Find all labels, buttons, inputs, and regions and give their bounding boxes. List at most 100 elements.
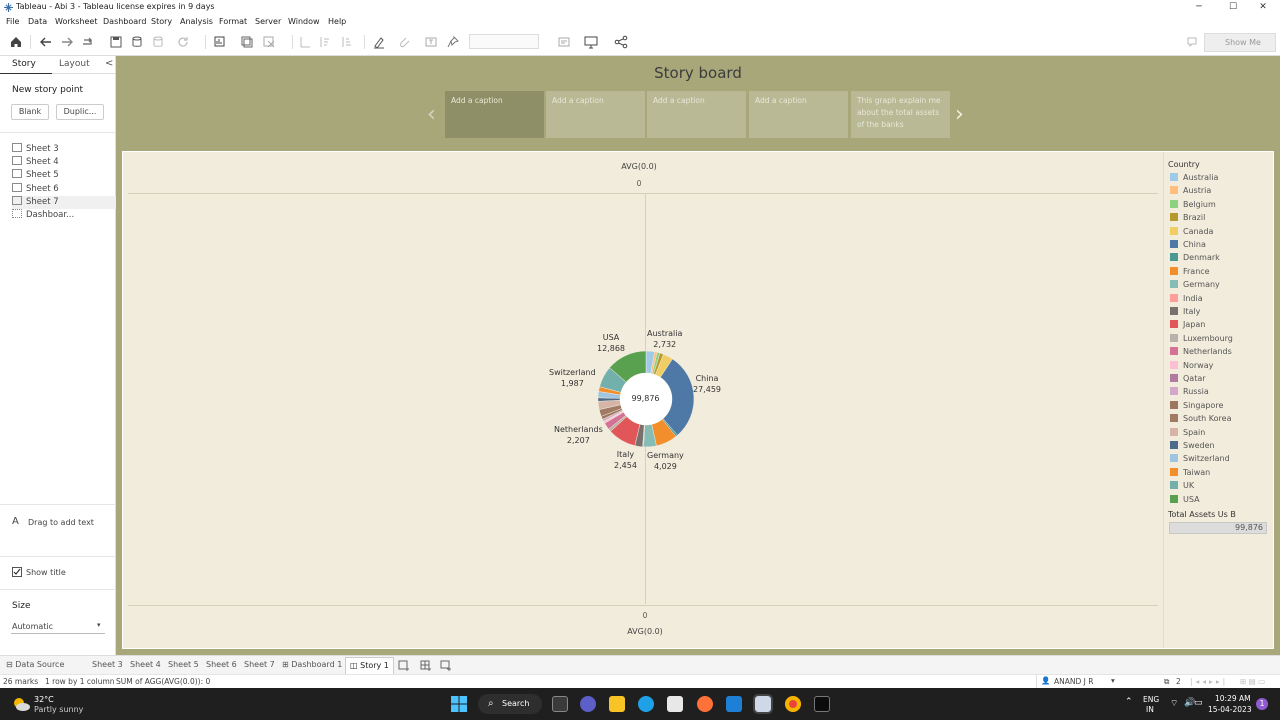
menu-analysis[interactable]: Analysis (180, 17, 213, 26)
task-view-icon[interactable] (552, 696, 568, 712)
chrome-icon[interactable] (785, 696, 801, 712)
firefox-icon[interactable] (697, 696, 713, 712)
microsoft-store-icon[interactable] (667, 696, 683, 712)
tab-dashboard-1[interactable]: ⊞ Dashboard 1 (282, 660, 342, 669)
legend-item[interactable]: Canada (1170, 226, 1213, 239)
legend-item[interactable]: Switzerland (1170, 454, 1230, 466)
legend-item[interactable]: Norway (1170, 360, 1213, 373)
labels-icon[interactable] (424, 35, 438, 49)
menu-file[interactable]: File (6, 17, 19, 26)
menu-server[interactable]: Server (255, 17, 281, 26)
legend-item[interactable]: France (1170, 266, 1210, 279)
legend-item[interactable]: Germany (1170, 280, 1220, 292)
legend-item[interactable]: India (1170, 293, 1203, 306)
previous-story-point-icon[interactable]: ‹ (427, 102, 436, 127)
forward-icon[interactable] (60, 35, 74, 49)
pause-updates-icon[interactable] (151, 35, 165, 49)
drag-to-add-text[interactable]: Drag to add text (28, 518, 94, 527)
battery-icon[interactable]: ▭ (1194, 698, 1203, 708)
pin-icon[interactable] (446, 35, 460, 49)
menu-story[interactable]: Story (151, 17, 172, 26)
legend-item[interactable]: Australia (1170, 173, 1218, 185)
tab-story-1[interactable]: ◫ Story 1 (345, 657, 394, 674)
new-data-source-icon[interactable] (130, 35, 144, 49)
tab-sheet-3[interactable]: Sheet 3 (92, 660, 123, 669)
legend-item[interactable]: Singapore (1170, 400, 1223, 413)
sheet-item-dashboard[interactable]: Dashboar... (12, 209, 74, 222)
legend-item[interactable]: UK (1170, 481, 1194, 493)
tab-layout[interactable]: Layout (59, 59, 90, 69)
story-point-caption[interactable]: Add a caption (749, 91, 848, 138)
teams-chat-icon[interactable] (580, 696, 596, 712)
new-worksheet-tab-icon[interactable] (398, 660, 410, 671)
redo-icon[interactable] (81, 35, 95, 49)
legend-item[interactable]: Denmark (1170, 253, 1220, 265)
sheet-item-sheet-6[interactable]: Sheet 6 (12, 183, 59, 196)
show-cards-icon[interactable] (557, 35, 571, 49)
language-indicator[interactable]: ENG (1143, 695, 1159, 704)
tab-sheet-6[interactable]: Sheet 6 (206, 660, 237, 669)
next-story-point-icon[interactable]: › (955, 102, 964, 127)
home-icon[interactable] (9, 35, 23, 49)
legend-item[interactable]: Netherlands (1170, 347, 1232, 359)
tooltip-icon[interactable] (1185, 35, 1199, 49)
legend-item[interactable]: Sweden (1170, 441, 1215, 453)
highlight-icon[interactable] (372, 35, 386, 49)
legend-item[interactable]: Spain (1170, 427, 1205, 440)
file-explorer-icon[interactable] (609, 696, 625, 712)
tab-story[interactable]: Story (12, 59, 36, 69)
clear-sheet-icon[interactable] (262, 35, 276, 49)
swap-rows-columns-icon[interactable] (298, 35, 312, 49)
tab-sheet-5[interactable]: Sheet 5 (168, 660, 199, 669)
legend-item[interactable]: Qatar (1170, 374, 1206, 386)
user-menu[interactable]: 👤 ANAND J R ▾ (1036, 675, 1122, 688)
back-icon[interactable] (39, 35, 53, 49)
total-assets-size-legend[interactable]: 99,876 (1169, 522, 1267, 534)
tab-sheet-4[interactable]: Sheet 4 (130, 660, 161, 669)
tableau-taskbar-icon[interactable] (753, 694, 773, 714)
attach-icon[interactable] (397, 35, 411, 49)
sort-descending-icon[interactable] (340, 35, 354, 49)
notepad-icon[interactable] (726, 696, 742, 712)
legend-item[interactable]: South Korea (1170, 414, 1231, 426)
duplicate-button[interactable]: Duplic... (56, 104, 104, 120)
menu-worksheet[interactable]: Worksheet (55, 17, 97, 26)
menu-dashboard[interactable]: Dashboard (103, 17, 146, 26)
share-icon[interactable] (614, 35, 628, 49)
notification-badge-icon[interactable]: 1 (1256, 698, 1268, 710)
show-title-checkbox[interactable] (12, 567, 22, 577)
size-dropdown[interactable]: Automatic ▾ (11, 620, 105, 634)
sheet-item-sheet-7[interactable]: Sheet 7 (12, 196, 116, 209)
sheet-item-sheet-4[interactable]: Sheet 4 (12, 156, 59, 169)
legend-item[interactable]: Belgium (1170, 199, 1216, 212)
legend-item[interactable]: Austria (1170, 186, 1211, 198)
terminal-icon[interactable] (814, 696, 830, 712)
minimize-button[interactable]: ─ (1182, 0, 1216, 15)
tab-sheet-7[interactable]: Sheet 7 (244, 660, 275, 669)
taskbar-search[interactable]: ⌕ Search (478, 694, 542, 714)
legend-item[interactable]: Brazil (1170, 213, 1205, 225)
clock-time[interactable]: 10:29 AM (1215, 694, 1251, 703)
legend-item[interactable]: USA (1170, 494, 1200, 507)
presentation-mode-icon[interactable] (584, 35, 598, 49)
close-button[interactable]: ✕ (1246, 0, 1280, 15)
show-hidden-icons-chevron-icon[interactable]: ⌃ (1125, 697, 1133, 707)
windows-start-icon[interactable] (451, 696, 467, 712)
sheet-item-sheet-3[interactable]: Sheet 3 (12, 143, 59, 156)
story-point-caption[interactable]: Add a caption (445, 91, 544, 138)
fit-dropdown[interactable] (469, 34, 539, 49)
story-point-caption[interactable]: Add a caption (647, 91, 746, 138)
menu-window[interactable]: Window (288, 17, 320, 26)
new-dashboard-tab-icon[interactable] (420, 660, 432, 671)
legend-item[interactable]: Russia (1170, 387, 1209, 399)
new-story-tab-icon[interactable] (440, 660, 452, 671)
sheet-navigation[interactable]: |◂◂▸▸| (1190, 677, 1228, 686)
sheet-item-sheet-5[interactable]: Sheet 5 (12, 169, 59, 182)
blank-button[interactable]: Blank (11, 104, 49, 120)
tab-data-source[interactable]: ⊟ Data Source (6, 660, 64, 669)
legend-item[interactable]: Japan (1170, 320, 1205, 332)
wifi-icon[interactable]: ⌔ (1170, 698, 1178, 709)
edge-browser-icon[interactable] (638, 696, 654, 712)
legend-item[interactable]: China (1170, 240, 1206, 252)
legend-item[interactable]: Italy (1170, 307, 1200, 319)
